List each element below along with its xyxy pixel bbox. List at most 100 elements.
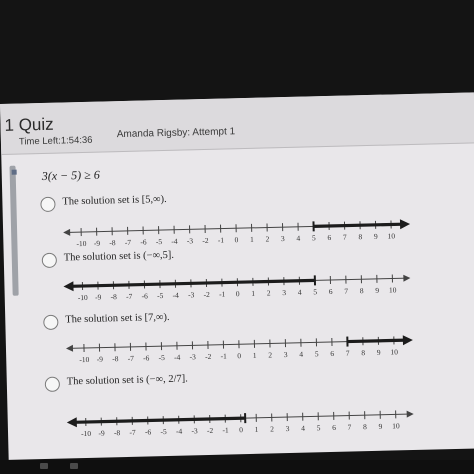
tick-label: -10 xyxy=(81,429,91,438)
option-3[interactable]: The solution set is [7,∞). -10 -9 -8 -7 -6 -5… xyxy=(41,305,461,364)
tick-label: 3 xyxy=(282,288,286,297)
tick-label: 8 xyxy=(361,348,365,357)
tick-label: -1 xyxy=(222,426,229,435)
tick-label: 0 xyxy=(239,425,243,434)
tick-label: 7 xyxy=(343,233,347,242)
taskbar-icon xyxy=(70,463,78,469)
tick-label: 0 xyxy=(234,235,238,244)
tick-label: 5 xyxy=(312,233,316,242)
tick-label: -4 xyxy=(174,353,181,362)
tick-label: 8 xyxy=(360,286,364,295)
option-3-number-line: -10 -9 -8 -7 -6 -5 -4 -3 -2 -1 0 1 2 3 4 5 6 7 8 9 10 xyxy=(65,335,413,364)
tick-label: -3 xyxy=(190,352,197,361)
axis-arrow-left xyxy=(63,228,71,236)
option-3-radio[interactable] xyxy=(43,314,59,331)
tick-label: 4 xyxy=(299,350,303,359)
tick-label: 5 xyxy=(313,287,317,296)
option-1-radio[interactable] xyxy=(40,196,56,213)
tick-label: 0 xyxy=(237,351,241,360)
tick-label: 4 xyxy=(298,288,302,297)
tick-label: 4 xyxy=(296,234,300,243)
tick-label: 8 xyxy=(358,232,362,241)
tick-label: -5 xyxy=(160,427,167,436)
tick-label: -5 xyxy=(159,353,166,362)
tick-label: -6 xyxy=(145,427,152,436)
tick-label: 3 xyxy=(284,350,288,359)
tick-label: 10 xyxy=(387,231,395,240)
tick-label: 3 xyxy=(286,424,290,433)
tick-label: -10 xyxy=(76,239,86,248)
tick-label: 2 xyxy=(270,424,274,433)
tick-label: -9 xyxy=(95,293,102,302)
tick-label: -8 xyxy=(112,354,119,363)
time-left: Time Left:1:54:36 xyxy=(18,134,93,148)
tick-label: 7 xyxy=(348,423,352,432)
tick-label: -7 xyxy=(129,428,136,437)
tick-label: 9 xyxy=(379,422,383,431)
tick-label: 7 xyxy=(346,349,350,358)
tick-label: 10 xyxy=(389,285,397,294)
tick-label: 9 xyxy=(375,286,379,295)
tick-label: -6 xyxy=(142,291,149,300)
solution-ray xyxy=(313,222,404,228)
solution-ray xyxy=(73,416,246,424)
tick-label: -1 xyxy=(218,236,225,245)
tick-label: -2 xyxy=(202,236,209,245)
tick-label: -5 xyxy=(157,291,164,300)
tick-label: -1 xyxy=(219,290,226,299)
axis-arrow-right xyxy=(406,410,414,418)
option-1[interactable]: The solution set is [5,∞). -10 -9 -8 -7 -6 -5… xyxy=(38,187,458,248)
tick-label: -3 xyxy=(188,290,195,299)
tick-label: 6 xyxy=(330,349,334,358)
option-4[interactable]: The solution set is (−∞, 2/7]. -10 -9 -8 -7… xyxy=(43,367,463,438)
tick-label: -7 xyxy=(128,354,135,363)
tick-label: 8 xyxy=(363,422,367,431)
tick-label: -10 xyxy=(78,293,88,302)
option-1-text: The solution set is [5,∞). xyxy=(62,193,167,208)
tick-label: 10 xyxy=(392,421,400,430)
tick-label: 6 xyxy=(332,423,336,432)
tick-label: -6 xyxy=(143,353,150,362)
tick-label: -5 xyxy=(156,237,163,246)
option-2-radio[interactable] xyxy=(41,252,58,269)
tick-label: -9 xyxy=(94,239,101,248)
solution-arrow xyxy=(399,219,411,230)
tick-label: -3 xyxy=(187,236,194,245)
tick-label: 3 xyxy=(281,234,285,243)
tick-label: 1 xyxy=(255,425,259,434)
tick-label: -2 xyxy=(207,426,214,435)
solution-arrow xyxy=(63,281,74,292)
tick-label: -9 xyxy=(97,355,104,364)
axis-arrow-left xyxy=(65,344,74,352)
axis-arrow-right xyxy=(403,274,411,282)
tick-label: -8 xyxy=(111,292,118,301)
option-4-radio[interactable] xyxy=(44,376,61,392)
tick-label: 6 xyxy=(329,287,333,296)
tick-label: -4 xyxy=(172,291,179,300)
solution-arrow xyxy=(402,335,413,346)
tick-label: 1 xyxy=(251,289,255,298)
tick-label: -2 xyxy=(203,290,210,299)
tick-label: -4 xyxy=(176,427,183,436)
option-2-text: The solution set is (−∞,5]. xyxy=(63,249,175,264)
tick-label: -7 xyxy=(126,292,133,301)
quiz-header: 1 Quiz Time Left:1:54:36 Amanda Rigsby: … xyxy=(0,92,474,155)
tick-label: 0 xyxy=(236,289,240,298)
tick-label: 9 xyxy=(374,232,378,241)
tick-label: -3 xyxy=(191,426,198,435)
question-scrollbar[interactable] xyxy=(9,165,19,296)
tick-label: 5 xyxy=(317,423,321,432)
solution-ray xyxy=(347,338,406,344)
question-text: 3(x − 5) ≥ 6 xyxy=(41,167,100,183)
tick-label: 1 xyxy=(250,235,254,244)
tick-label: -8 xyxy=(114,428,121,437)
tick-label: -10 xyxy=(79,355,89,364)
tick-label: -1 xyxy=(220,352,227,361)
tick-label: 2 xyxy=(267,288,271,297)
tick-label: 5 xyxy=(315,349,319,358)
option-1-number-line: -10 -9 -8 -7 -6 -5 -4 -3 -2 -1 0 1 2 3 4 5 6 7 8 9 10 xyxy=(63,219,411,248)
tick-label: 10 xyxy=(390,347,398,356)
tick-label: -4 xyxy=(171,237,178,246)
tick-label: -6 xyxy=(140,237,147,246)
solution-arrow xyxy=(66,417,77,428)
